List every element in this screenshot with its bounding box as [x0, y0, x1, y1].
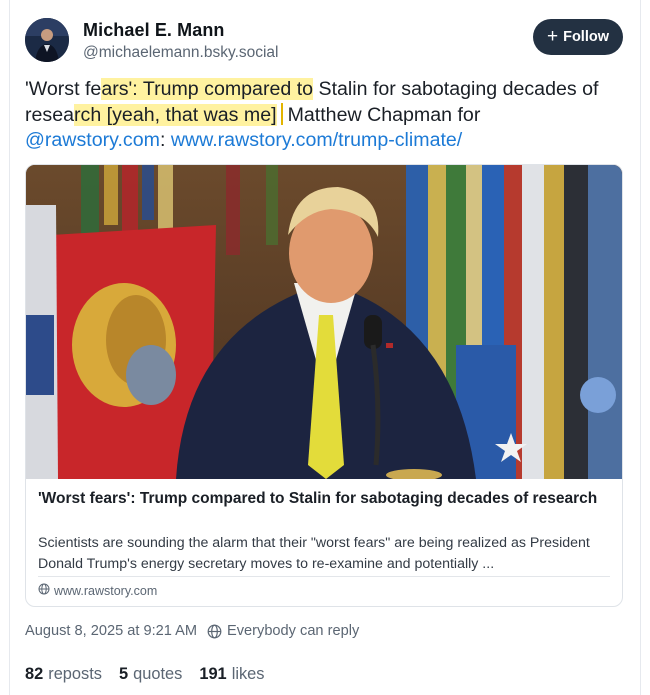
reposts-stat[interactable]: 82 reposts: [25, 665, 102, 684]
quotes-label: quotes: [133, 665, 183, 683]
text-cursor: [280, 102, 283, 125]
link-card-domain: www.rawstory.com: [38, 583, 157, 598]
avatar[interactable]: [25, 18, 69, 62]
post-text-segment: Matthew Chapman for: [287, 103, 481, 126]
link-card-image: [26, 165, 622, 479]
post-stats: 82 reposts 5 quotes 191 likes: [25, 665, 264, 684]
reply-setting: Everybody can reply: [227, 623, 360, 639]
likes-stat[interactable]: 191 likes: [199, 665, 264, 684]
link-card-title: 'Worst fears': Trump compared to Stalin …: [38, 490, 598, 507]
card-photo: [26, 165, 622, 479]
plus-icon: +: [546, 25, 559, 47]
highlighted-text: ars': Trump compared to: [101, 78, 314, 100]
follow-button[interactable]: + Follow: [533, 19, 623, 55]
post-text-segment: 'Worst fe: [25, 78, 102, 100]
url-link[interactable]: www.rawstory.com/trump-climate/: [171, 129, 462, 151]
avatar-photo: [25, 18, 69, 62]
link-card-divider: [38, 576, 610, 577]
link-card-description: Scientists are sounding the alarm that t…: [38, 535, 590, 572]
post-meta: August 8, 2025 at 9:21 AM Everybody can …: [25, 623, 359, 639]
likes-label: likes: [231, 665, 265, 683]
quotes-count: 5: [118, 665, 129, 683]
follow-button-label: Follow: [563, 29, 610, 45]
quotes-stat[interactable]: 5 quotes: [119, 665, 182, 684]
link-card-domain-text: www.rawstory.com: [54, 583, 158, 598]
likes-count: 191: [199, 665, 227, 683]
author-name[interactable]: Michael E. Mann: [83, 20, 225, 41]
highlighted-text: rch [yeah, that was me]: [74, 103, 277, 126]
reposts-label: reposts: [48, 665, 102, 683]
reposts-count: 82: [25, 665, 44, 683]
post-timestamp[interactable]: August 8, 2025 at 9:21 AM: [25, 623, 197, 639]
mention-link[interactable]: @rawstory.com: [25, 129, 160, 151]
post-text-colon: :: [159, 129, 166, 151]
globe-icon: [38, 583, 50, 598]
link-card[interactable]: 'Worst fears': Trump compared to Stalin …: [25, 164, 623, 607]
author-handle[interactable]: @michaelemann.bsky.social: [83, 44, 279, 62]
post-text: 'Worst fears': Trump compared to Stalin …: [25, 77, 625, 154]
globe-icon: [207, 624, 222, 639]
